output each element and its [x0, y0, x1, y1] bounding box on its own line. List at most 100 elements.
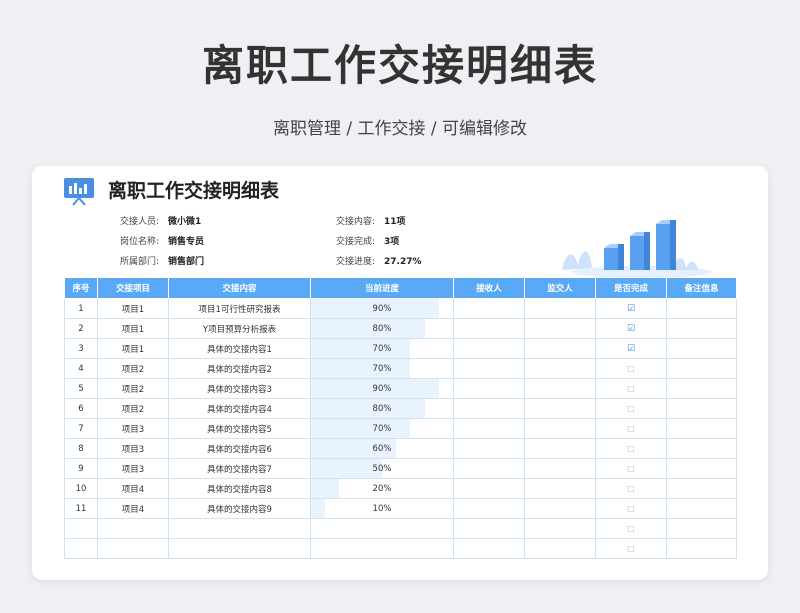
cell-item[interactable]: 项目4	[97, 478, 169, 499]
cell-no[interactable]: 10	[64, 478, 98, 499]
cell-item[interactable]: 项目2	[97, 398, 169, 419]
cell-receiver[interactable]	[453, 538, 525, 559]
cell-item[interactable]: 项目3	[97, 458, 169, 479]
cell-remark[interactable]	[666, 498, 737, 519]
cell-progress[interactable]: 10%	[310, 498, 454, 519]
cell-progress[interactable]: 90%	[310, 378, 454, 399]
cell-done[interactable]: □	[595, 458, 667, 479]
cell-no[interactable]: 11	[64, 498, 98, 519]
checkbox-icon[interactable]: □	[627, 464, 635, 473]
cell-content[interactable]: 具体的交接内容8	[168, 478, 311, 499]
cell-done[interactable]: □	[595, 418, 667, 439]
cell-content[interactable]: 项目1可行性研究报表	[168, 298, 311, 319]
checkbox-icon[interactable]: □	[627, 364, 635, 373]
cell-receiver[interactable]	[453, 298, 525, 319]
cell-no[interactable]: 6	[64, 398, 98, 419]
cell-supervisor[interactable]	[524, 518, 596, 539]
checkbox-icon[interactable]: □	[627, 404, 635, 413]
cell-done[interactable]: ☑	[595, 338, 667, 359]
cell-done[interactable]: □	[595, 518, 667, 539]
checkbox-icon[interactable]: □	[627, 484, 635, 493]
cell-no[interactable]: 8	[64, 438, 98, 459]
col-header-receiver[interactable]: 接收人	[453, 277, 525, 299]
cell-receiver[interactable]	[453, 478, 525, 499]
cell-receiver[interactable]	[453, 378, 525, 399]
cell-no[interactable]: 9	[64, 458, 98, 479]
cell-progress[interactable]: 90%	[310, 298, 454, 319]
cell-content[interactable]: 具体的交接内容1	[168, 338, 311, 359]
cell-item[interactable]: 项目4	[97, 498, 169, 519]
cell-supervisor[interactable]	[524, 338, 596, 359]
checkbox-icon[interactable]: □	[627, 544, 635, 553]
cell-progress[interactable]: 80%	[310, 398, 454, 419]
checkbox-icon[interactable]: ☑	[627, 324, 635, 334]
cell-done[interactable]: □	[595, 398, 667, 419]
cell-remark[interactable]	[666, 338, 737, 359]
cell-item[interactable]: 项目1	[97, 298, 169, 319]
cell-progress[interactable]: 70%	[310, 338, 454, 359]
cell-progress[interactable]: 60%	[310, 438, 454, 459]
cell-done[interactable]: □	[595, 438, 667, 459]
cell-receiver[interactable]	[453, 458, 525, 479]
cell-remark[interactable]	[666, 438, 737, 459]
cell-progress[interactable]: 80%	[310, 318, 454, 339]
cell-content[interactable]: 具体的交接内容6	[168, 438, 311, 459]
cell-progress[interactable]: 20%	[310, 478, 454, 499]
cell-supervisor[interactable]	[524, 418, 596, 439]
cell-done[interactable]: □	[595, 478, 667, 499]
cell-supervisor[interactable]	[524, 458, 596, 479]
cell-no[interactable]: 7	[64, 418, 98, 439]
cell-remark[interactable]	[666, 458, 737, 479]
cell-item[interactable]: 项目2	[97, 358, 169, 379]
cell-remark[interactable]	[666, 358, 737, 379]
cell-receiver[interactable]	[453, 318, 525, 339]
cell-content[interactable]: 具体的交接内容7	[168, 458, 311, 479]
cell-content[interactable]: 具体的交接内容2	[168, 358, 311, 379]
cell-done[interactable]: □	[595, 498, 667, 519]
col-header-supervisor[interactable]: 监交人	[524, 277, 596, 299]
cell-content[interactable]	[168, 518, 311, 539]
cell-done[interactable]: □	[595, 378, 667, 399]
cell-item[interactable]: 项目2	[97, 378, 169, 399]
checkbox-icon[interactable]: □	[627, 524, 635, 533]
cell-remark[interactable]	[666, 518, 737, 539]
cell-content[interactable]: 具体的交接内容5	[168, 418, 311, 439]
cell-remark[interactable]	[666, 398, 737, 419]
cell-supervisor[interactable]	[524, 498, 596, 519]
cell-receiver[interactable]	[453, 418, 525, 439]
col-header-done[interactable]: 是否完成	[595, 277, 667, 299]
cell-no[interactable]	[64, 538, 98, 559]
cell-remark[interactable]	[666, 418, 737, 439]
cell-remark[interactable]	[666, 298, 737, 319]
cell-receiver[interactable]	[453, 338, 525, 359]
cell-supervisor[interactable]	[524, 438, 596, 459]
cell-progress[interactable]	[310, 538, 454, 559]
cell-done[interactable]: ☑	[595, 298, 667, 319]
cell-content[interactable]: 具体的交接内容3	[168, 378, 311, 399]
col-header-no[interactable]: 序号	[64, 277, 98, 299]
cell-no[interactable]: 3	[64, 338, 98, 359]
col-header-progress[interactable]: 当前进度	[310, 277, 454, 299]
cell-remark[interactable]	[666, 318, 737, 339]
cell-remark[interactable]	[666, 478, 737, 499]
cell-receiver[interactable]	[453, 438, 525, 459]
cell-receiver[interactable]	[453, 518, 525, 539]
cell-done[interactable]: □	[595, 538, 667, 559]
cell-supervisor[interactable]	[524, 538, 596, 559]
checkbox-icon[interactable]: □	[627, 384, 635, 393]
cell-content[interactable]: Y项目预算分析报表	[168, 318, 311, 339]
cell-progress[interactable]: 70%	[310, 418, 454, 439]
cell-receiver[interactable]	[453, 358, 525, 379]
cell-supervisor[interactable]	[524, 398, 596, 419]
cell-remark[interactable]	[666, 378, 737, 399]
cell-no[interactable]: 5	[64, 378, 98, 399]
checkbox-icon[interactable]: □	[627, 504, 635, 513]
cell-done[interactable]: ☑	[595, 318, 667, 339]
cell-item[interactable]: 项目3	[97, 438, 169, 459]
cell-content[interactable]: 具体的交接内容4	[168, 398, 311, 419]
cell-remark[interactable]	[666, 538, 737, 559]
cell-supervisor[interactable]	[524, 478, 596, 499]
cell-content[interactable]: 具体的交接内容9	[168, 498, 311, 519]
cell-receiver[interactable]	[453, 498, 525, 519]
cell-item[interactable]	[97, 518, 169, 539]
